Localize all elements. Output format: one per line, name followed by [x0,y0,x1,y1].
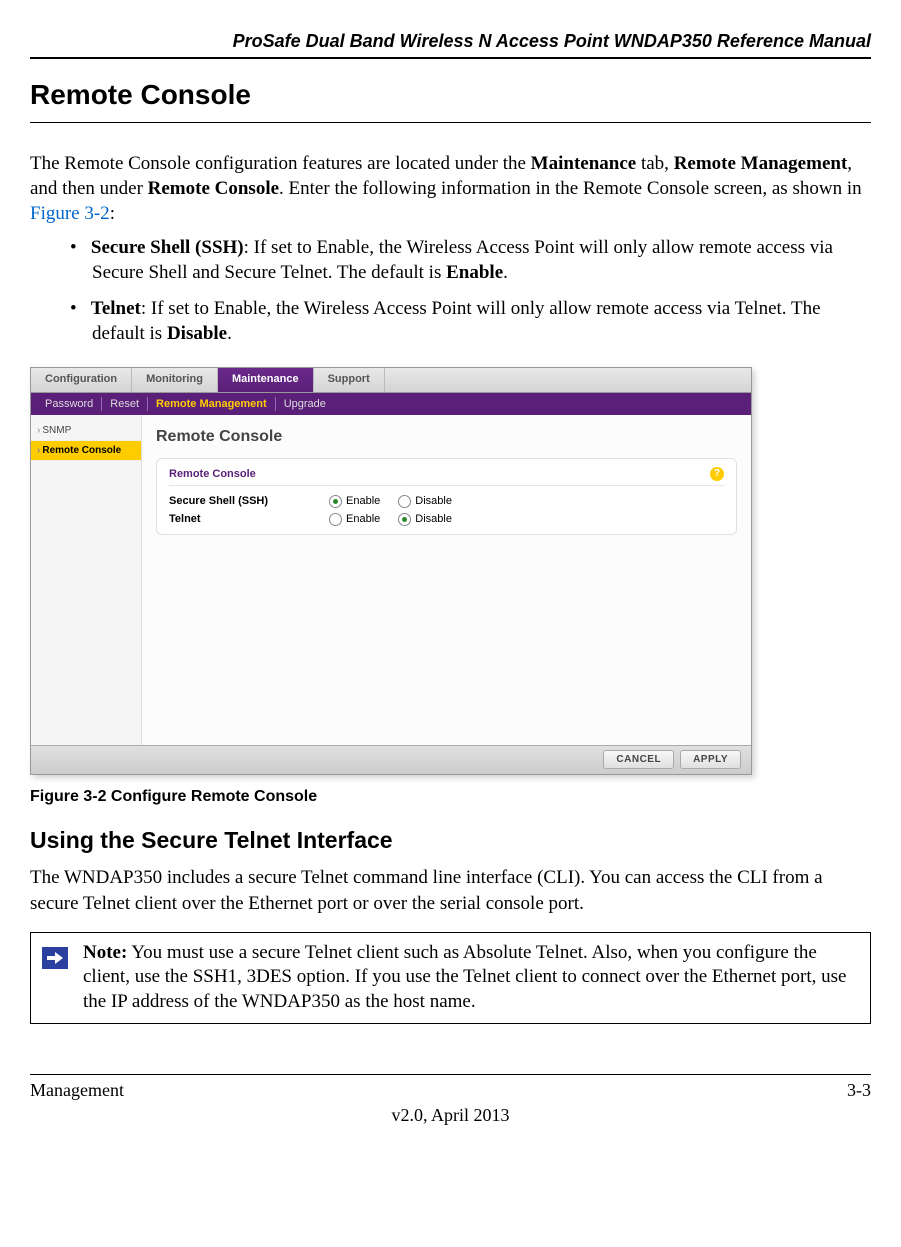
footer-left: Management [30,1079,124,1102]
header-rule [30,57,871,59]
row-ssh-label: Secure Shell (SSH) [169,494,329,508]
note-box: Note: You must use a secure Telnet clien… [30,932,871,1024]
sidebar-item-remote-console[interactable]: ›Remote Console [31,441,141,461]
main-area: ›SNMP ›Remote Console Remote Console Rem… [31,415,751,745]
tab-support[interactable]: Support [314,368,385,392]
bottom-bar: CANCEL APPLY [31,745,751,774]
intro-text: tab, [636,153,673,174]
row-telnet-label: Telnet [169,512,329,526]
figure-caption: Figure 3-2 Configure Remote Console [30,787,871,808]
figure-link[interactable]: Figure 3-2 [30,203,110,224]
intro-text: The Remote Console configuration feature… [30,153,531,174]
row-ssh: Secure Shell (SSH) Enable Disable [169,492,724,510]
apply-button[interactable]: APPLY [680,750,741,769]
telnet-disable-option[interactable]: Disable [398,512,452,526]
sidebar-item-snmp[interactable]: ›SNMP [31,421,141,441]
option-label: Enable [346,494,380,508]
chevron-right-icon: › [37,425,40,436]
content-panel: Remote Console Remote Console ? Secure S… [142,415,751,745]
telnet-text-end: . [227,323,232,344]
footer-version: v2.0, April 2013 [30,1104,871,1127]
telnet-enable-option[interactable]: Enable [329,512,380,526]
subtab-upgrade[interactable]: Upgrade [276,397,334,411]
panel-title: Remote Console [156,423,737,458]
radio-icon [329,513,342,526]
help-icon[interactable]: ? [710,467,724,481]
radio-icon [329,495,342,508]
sidebar-item-label: SNMP [42,425,71,436]
intro-text: : [110,203,115,224]
footer-rule [30,1074,871,1075]
telnet-label: Telnet [91,298,141,319]
panel-box-label: Remote Console [169,467,256,481]
panel-box: Remote Console ? Secure Shell (SSH) Enab… [156,458,737,536]
intro-paragraph: The Remote Console configuration feature… [30,151,871,226]
intro-remote-console: Remote Console [148,178,279,199]
ssh-enable-option[interactable]: Enable [329,494,380,508]
section-rule [30,122,871,123]
sidebar-item-label: Remote Console [42,445,121,456]
row-telnet: Telnet Enable Disable [169,510,724,528]
note-body: You must use a secure Telnet client such… [83,942,846,1012]
telnet-default: Disable [167,323,227,344]
subsection-body: The WNDAP350 includes a secure Telnet co… [30,865,871,915]
subtab-password[interactable]: Password [37,397,102,411]
note-text: Note: You must use a secure Telnet clien… [79,933,870,1023]
note-label: Note: [83,942,127,963]
bullet-telnet: • Telnet: If set to Enable, the Wireless… [70,297,871,346]
note-icon-cell [31,933,79,1023]
option-label: Disable [415,512,452,526]
subtab-reset[interactable]: Reset [102,397,148,411]
subtab-bar: Password Reset Remote Management Upgrade [31,393,751,415]
intro-remote-mgmt: Remote Management [674,153,848,174]
ssh-text-end: . [503,262,508,283]
ssh-label: Secure Shell (SSH) [91,237,244,258]
manual-title: ProSafe Dual Band Wireless N Access Poin… [30,30,871,53]
bullet-list: • Secure Shell (SSH): If set to Enable, … [30,236,871,347]
subsection-title: Using the Secure Telnet Interface [30,826,871,856]
bullet-ssh: • Secure Shell (SSH): If set to Enable, … [70,236,871,285]
footer-page-number: 3-3 [847,1079,871,1102]
subtab-remote-management[interactable]: Remote Management [148,397,276,411]
sidebar: ›SNMP ›Remote Console [31,415,142,745]
ssh-default: Enable [446,262,503,283]
tab-bar: Configuration Monitoring Maintenance Sup… [31,368,751,393]
tab-maintenance[interactable]: Maintenance [218,368,314,392]
figure-container: Configuration Monitoring Maintenance Sup… [30,367,871,775]
panel-box-header: Remote Console ? [169,467,724,486]
option-label: Disable [415,494,452,508]
cancel-button[interactable]: CANCEL [603,750,674,769]
intro-text: . Enter the following information in the… [279,178,862,199]
footer-row: Management 3-3 [30,1079,871,1102]
section-title: Remote Console [30,77,871,113]
option-label: Enable [346,512,380,526]
intro-maintenance: Maintenance [531,153,637,174]
arrow-right-icon [42,947,68,969]
chevron-right-icon: › [37,445,40,456]
tab-monitoring[interactable]: Monitoring [132,368,218,392]
radio-icon [398,513,411,526]
tab-configuration[interactable]: Configuration [31,368,132,392]
ssh-disable-option[interactable]: Disable [398,494,452,508]
radio-icon [398,495,411,508]
screenshot-ui: Configuration Monitoring Maintenance Sup… [30,367,752,775]
